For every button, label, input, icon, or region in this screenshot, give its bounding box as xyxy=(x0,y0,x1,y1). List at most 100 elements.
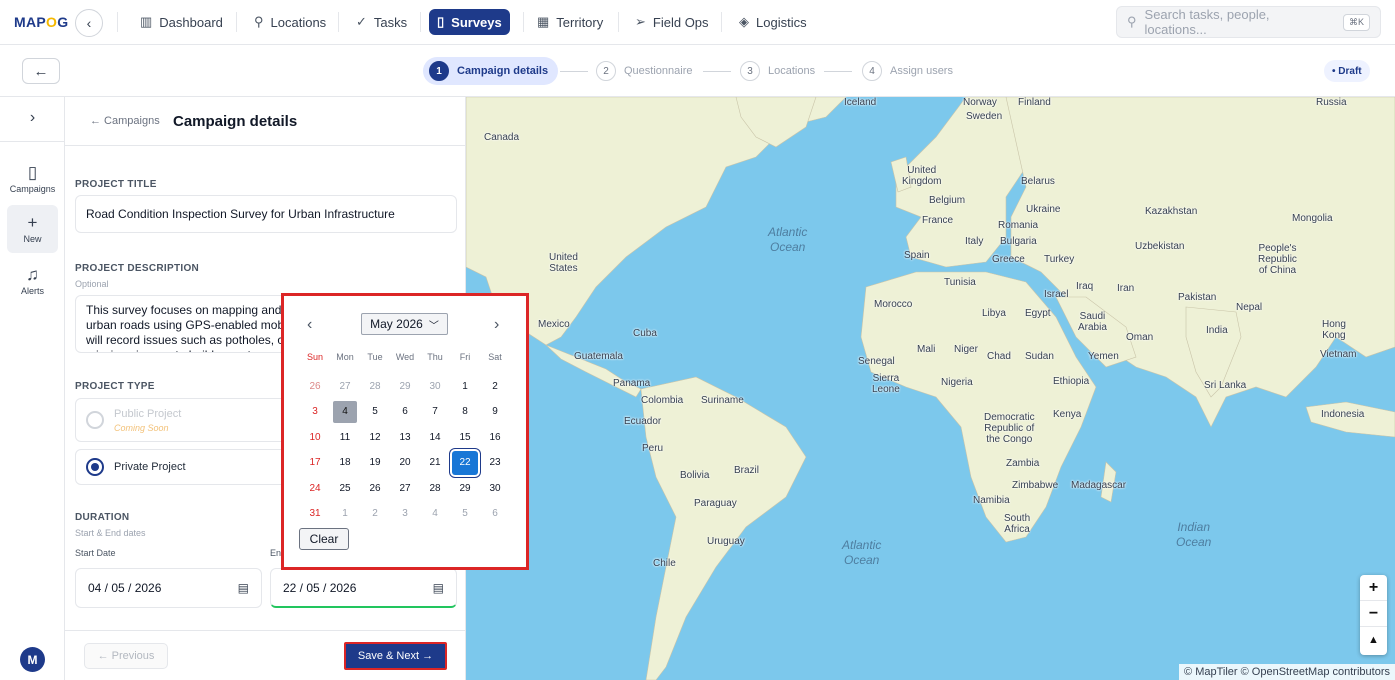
calendar-day[interactable]: 2 xyxy=(480,374,510,400)
expand-sidebar-button[interactable]: › xyxy=(0,109,65,127)
start-date-input[interactable]: 04 / 05 / 2026 ▤ xyxy=(75,568,262,608)
step-assign-users[interactable]: 4 Assign users xyxy=(862,59,953,83)
weekday-header: Sun xyxy=(306,352,323,362)
calendar-day[interactable]: 25 xyxy=(330,476,360,502)
calendar-day[interactable]: 22 xyxy=(450,450,480,476)
map-attribution[interactable]: © MapTiler © OpenStreetMap contributors xyxy=(1179,664,1395,680)
calendar-day[interactable]: 28 xyxy=(420,476,450,502)
nav-tasks[interactable]: ✓ Tasks xyxy=(348,9,415,35)
nav-locations[interactable]: ⚲ Locations xyxy=(246,9,334,35)
calendar-day[interactable]: 30 xyxy=(480,476,510,502)
calendar-day[interactable]: 11 xyxy=(330,425,360,451)
prev-month-button[interactable]: ‹ xyxy=(307,316,312,334)
calendar-day[interactable]: 29 xyxy=(450,476,480,502)
calendar-day[interactable]: 30 xyxy=(420,374,450,400)
calendar-day[interactable]: 28 xyxy=(360,374,390,400)
calendar-icon[interactable]: ▤ xyxy=(238,581,249,595)
project-title-input[interactable]: Road Condition Inspection Survey for Urb… xyxy=(75,195,457,233)
calendar-day[interactable]: 3 xyxy=(390,501,420,527)
calendar-day[interactable]: 16 xyxy=(480,425,510,451)
date-picker-popup: ‹ May 2026 ﹀ › Sun Mon Tue Wed Thu Fri Sat 26 27… xyxy=(281,293,529,570)
calendar-day[interactable]: 21 xyxy=(420,450,450,476)
weekday-header: Sat xyxy=(488,352,502,362)
map-label: Uruguay xyxy=(707,536,745,547)
nav-surveys[interactable]: ▯ Surveys xyxy=(429,9,510,35)
nav-territory[interactable]: ▦ Territory xyxy=(529,9,611,35)
calendar-day[interactable]: 4 xyxy=(330,399,360,425)
calendar-icon[interactable]: ▤ xyxy=(433,581,444,595)
calendar-day[interactable]: 7 xyxy=(420,399,450,425)
map-zoom-controls: + − ▲ xyxy=(1360,575,1387,655)
calendar-day[interactable]: 4 xyxy=(420,501,450,527)
calendar-day[interactable]: 31 xyxy=(300,501,330,527)
divider xyxy=(523,12,524,32)
month-select[interactable]: May 2026 ﹀ xyxy=(361,313,448,335)
calendar-day[interactable]: 20 xyxy=(390,450,420,476)
calendar-day[interactable]: 1 xyxy=(450,374,480,400)
breadcrumb-campaigns[interactable]: ← Campaigns xyxy=(90,115,160,127)
calendar-day[interactable]: 3 xyxy=(300,399,330,425)
map-label: India xyxy=(1206,325,1228,336)
previous-button[interactable]: ← Previous xyxy=(84,643,168,669)
clear-date-button[interactable]: Clear xyxy=(299,528,349,550)
calendar-day[interactable]: 26 xyxy=(300,374,330,400)
nav-logistics[interactable]: ◈ Logistics xyxy=(731,9,815,35)
world-map[interactable]: Iceland Norway Sweden Finland Russia Can… xyxy=(466,97,1395,680)
next-month-button[interactable]: › xyxy=(494,316,499,334)
step-campaign-details[interactable]: 1 Campaign details xyxy=(423,57,559,85)
private-project-radio[interactable] xyxy=(86,458,104,476)
map-label: Iraq xyxy=(1076,281,1094,292)
calendar-day[interactable]: 27 xyxy=(330,374,360,400)
public-project-radio[interactable] xyxy=(86,411,104,429)
map-label: Sweden xyxy=(966,111,1003,122)
nav-field-ops[interactable]: ➢ Field Ops xyxy=(627,9,717,35)
divider xyxy=(618,12,619,32)
map-label: People's Republic of China xyxy=(1258,243,1297,276)
nav-back-button[interactable]: ‹ xyxy=(75,9,103,37)
zoom-in-button[interactable]: + xyxy=(1360,575,1387,601)
calendar-day[interactable]: 1 xyxy=(330,501,360,527)
calendar-day[interactable]: 17 xyxy=(300,450,330,476)
rail-item-alerts[interactable]: ♫ Alerts xyxy=(7,257,58,305)
calendar-day[interactable]: 6 xyxy=(390,399,420,425)
search-input[interactable]: ⚲ Search tasks, people, locations... ⌘K xyxy=(1116,6,1381,38)
avatar[interactable]: M xyxy=(20,647,45,672)
calendar-day[interactable]: 5 xyxy=(450,501,480,527)
calendar-day[interactable]: 29 xyxy=(390,374,420,400)
map-label: Kenya xyxy=(1053,409,1082,420)
calendar-day[interactable]: 18 xyxy=(330,450,360,476)
weekday-header: Thu xyxy=(427,352,443,362)
map-label: Kazakhstan xyxy=(1145,206,1198,217)
calendar-day[interactable]: 6 xyxy=(480,501,510,527)
map-label: Ethiopia xyxy=(1053,376,1090,387)
calendar-day[interactable]: 15 xyxy=(450,425,480,451)
end-date-input[interactable]: 22 / 05 / 2026 ▤ xyxy=(270,568,457,608)
calendar-day[interactable]: 9 xyxy=(480,399,510,425)
calendar-day[interactable]: 27 xyxy=(390,476,420,502)
map-label: Israel xyxy=(1044,289,1069,300)
calendar-day[interactable]: 13 xyxy=(390,425,420,451)
step-connector xyxy=(703,71,731,72)
nav-dashboard[interactable]: ▥ Dashboard xyxy=(132,9,231,35)
calendar-day[interactable]: 2 xyxy=(360,501,390,527)
map-label: Russia xyxy=(1316,97,1347,108)
map-label: United Kingdom xyxy=(902,165,942,187)
calendar-day[interactable]: 8 xyxy=(450,399,480,425)
calendar-day[interactable]: 12 xyxy=(360,425,390,451)
save-next-button[interactable]: Save & Next → xyxy=(344,642,447,670)
calendar-day[interactable]: 14 xyxy=(420,425,450,451)
calendar-day[interactable]: 24 xyxy=(300,476,330,502)
zoom-out-button[interactable]: − xyxy=(1360,601,1387,627)
calendar-day[interactable]: 23 xyxy=(480,450,510,476)
wizard-back-button[interactable]: ← xyxy=(22,58,60,84)
rail-item-campaigns[interactable]: ▯ Campaigns xyxy=(7,155,58,203)
calendar-day[interactable]: 26 xyxy=(360,476,390,502)
calendar-day[interactable]: 5 xyxy=(360,399,390,425)
compass-icon[interactable]: ▲ xyxy=(1360,627,1387,653)
rail-item-new[interactable]: + New xyxy=(7,205,58,253)
app-logo[interactable]: MAPOG xyxy=(14,14,68,30)
step-questionnaire[interactable]: 2 Questionnaire xyxy=(596,59,693,83)
step-locations[interactable]: 3 Locations xyxy=(740,59,815,83)
calendar-day[interactable]: 10 xyxy=(300,425,330,451)
calendar-day[interactable]: 19 xyxy=(360,450,390,476)
